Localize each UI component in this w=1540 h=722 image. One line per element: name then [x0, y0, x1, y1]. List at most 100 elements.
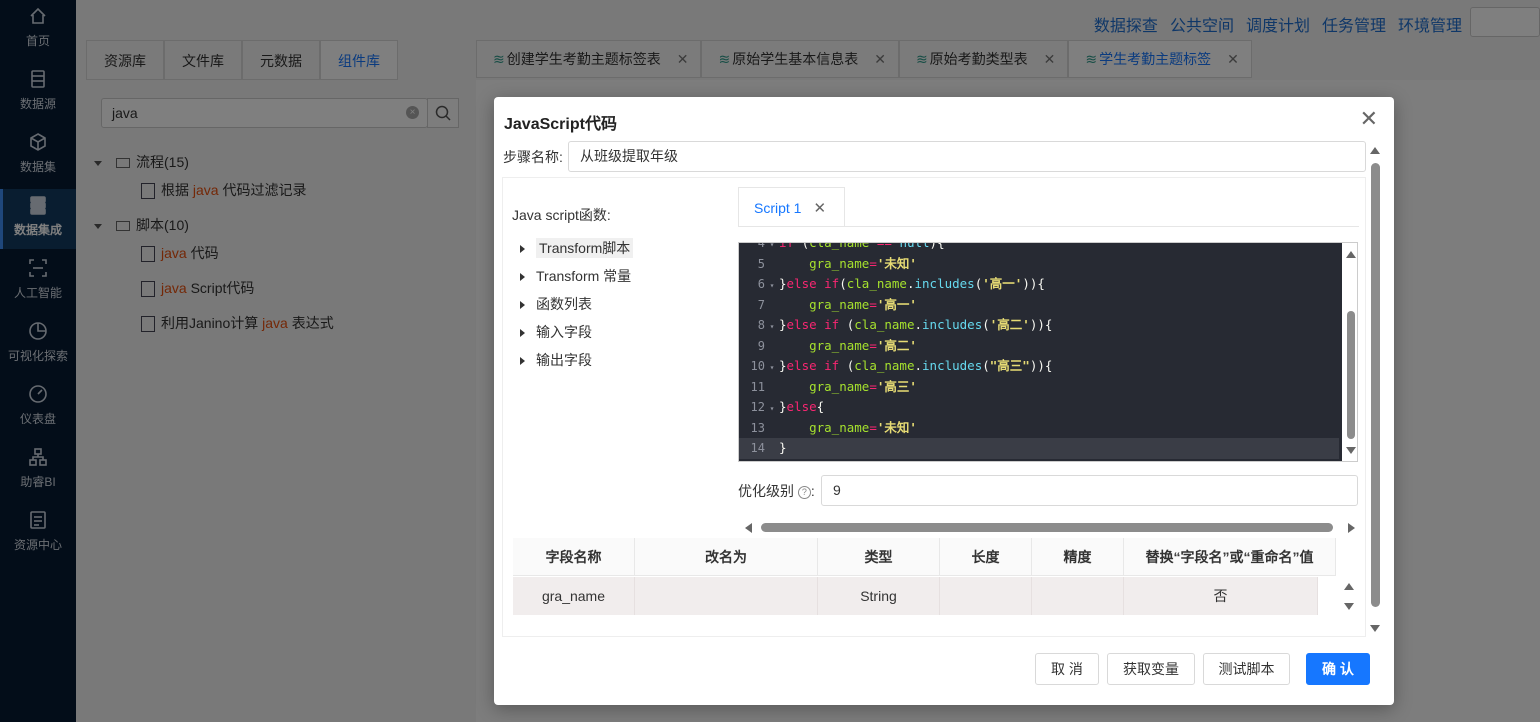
code-token: }	[779, 358, 787, 373]
scroll-up-icon[interactable]	[1346, 251, 1356, 258]
code-line: 13 gra_name='未知'	[739, 418, 1339, 439]
scroll-down-icon[interactable]	[1344, 603, 1354, 610]
code-editor[interactable]: 4 ▾ if (cla_name == null){5 gra_name='未知' 6…	[738, 242, 1358, 462]
scrollbar-thumb[interactable]	[1371, 163, 1380, 607]
function-node-label: 输出字段	[536, 352, 592, 368]
code-token: {	[816, 399, 825, 414]
scroll-left-icon[interactable]	[745, 523, 752, 533]
horizontal-scrollbar[interactable]	[745, 521, 1357, 533]
tab-divider	[738, 226, 1359, 227]
get-variables-button[interactable]: 获取变量	[1107, 653, 1195, 685]
scrollbar-thumb[interactable]	[761, 523, 1333, 532]
code-token: else if	[786, 358, 847, 373]
code-token: {	[1044, 358, 1053, 373]
code-line: 8 ▾}else if (cla_name.includes('高二')){	[739, 315, 1339, 336]
grid-cell[interactable]	[635, 577, 818, 615]
scroll-down-icon[interactable]	[1346, 447, 1356, 454]
grid-column-header[interactable]: 精度	[1032, 538, 1124, 576]
grid-cell[interactable]: gra_name	[513, 577, 635, 615]
chevron-right-icon[interactable]	[520, 245, 525, 254]
close-icon[interactable]: ✕	[1360, 108, 1378, 130]
chevron-right-icon[interactable]	[520, 357, 525, 366]
code-token: .	[906, 276, 915, 291]
function-tree-node[interactable]: 输出字段	[520, 350, 592, 370]
grid-column-header[interactable]: 长度	[940, 538, 1032, 576]
code-token: '高一'	[982, 276, 1023, 291]
function-tree-node[interactable]: Transform 常量	[520, 266, 631, 286]
code-token: '高二'	[876, 337, 917, 353]
line-number: 5	[757, 256, 765, 271]
code-token: ))	[1029, 358, 1045, 373]
scroll-up-icon[interactable]	[1344, 583, 1354, 590]
code-line: 11 gra_name='高三'	[739, 377, 1339, 398]
optimization-level-input[interactable]: 9	[821, 475, 1358, 506]
cancel-button[interactable]: 取 消	[1035, 653, 1099, 685]
scroll-right-icon[interactable]	[1348, 523, 1355, 533]
fold-icon[interactable]: ▾	[765, 399, 779, 420]
code-line: 4 ▾ if (cla_name == null){	[739, 242, 1339, 254]
grid-cell[interactable]: String	[818, 577, 940, 615]
code-token: includes	[914, 276, 975, 291]
step-name-input[interactable]: 从班级提取年级	[568, 141, 1366, 172]
function-node-label: Transform 常量	[536, 268, 632, 284]
code-token: (	[839, 276, 847, 291]
code-token: else if	[786, 276, 840, 291]
close-tab-icon[interactable]: ✕	[813, 200, 826, 217]
grid-scrollbar[interactable]	[1343, 578, 1355, 616]
code-token: ==	[869, 242, 900, 250]
function-tree-node[interactable]: Transform脚本	[520, 238, 634, 258]
code-token: =	[869, 337, 877, 353]
code-token: cla_name	[846, 276, 907, 291]
code-token: else if	[786, 317, 847, 332]
step-name-label: 步骤名称:	[503, 149, 563, 165]
code-token: (	[801, 242, 810, 250]
grid-column-header[interactable]: 字段名称	[513, 538, 635, 576]
grid-column-header[interactable]: 类型	[818, 538, 940, 576]
help-icon[interactable]: ?	[797, 485, 811, 499]
function-node-label: 函数列表	[536, 296, 592, 312]
fold-icon[interactable]: ▾	[765, 358, 779, 379]
chevron-right-icon[interactable]	[520, 329, 525, 338]
code-line: 14}	[739, 438, 1339, 459]
dialog-scrollbar[interactable]	[1370, 147, 1380, 635]
code-token: else	[786, 399, 817, 414]
grid-column-header[interactable]: 改名为	[635, 538, 818, 576]
chevron-right-icon[interactable]	[520, 273, 525, 282]
chevron-right-icon[interactable]	[520, 301, 525, 310]
confirm-button[interactable]: 确 认	[1306, 653, 1370, 685]
grid-cell[interactable]: 否	[1124, 577, 1318, 615]
line-number: 6	[757, 277, 765, 291]
scroll-up-icon[interactable]	[1370, 147, 1380, 154]
code-token: cla_name	[854, 317, 915, 332]
scrollbar-thumb[interactable]	[1347, 311, 1355, 439]
tab-script-1[interactable]: Script 1 ✕	[738, 187, 845, 227]
test-script-button[interactable]: 测试脚本	[1203, 653, 1290, 685]
code-token: =	[869, 255, 877, 271]
function-tree-node[interactable]: 输入字段	[520, 322, 592, 342]
code-token: (	[982, 358, 990, 373]
fold-icon[interactable]: ▾	[765, 317, 779, 338]
script-panel: Java script函数: Transform脚本 Transform 常量 函数…	[502, 177, 1366, 637]
scroll-down-icon[interactable]	[1370, 625, 1380, 632]
code-token: ))	[1029, 317, 1045, 332]
grid-column-header[interactable]: 替换“字段名”或“重命名”值	[1124, 538, 1336, 576]
code-token: cla_name	[854, 358, 915, 373]
code-token: =	[869, 419, 877, 435]
code-token: (	[982, 317, 990, 332]
editor-scrollbar[interactable]	[1342, 243, 1357, 461]
code-line: 10 ▾}else if (cla_name.includes("高三")){	[739, 356, 1339, 377]
code-line: 12 ▾}else{	[739, 397, 1339, 418]
grid-cell[interactable]	[1032, 577, 1124, 615]
function-tree-node[interactable]: 函数列表	[520, 294, 592, 314]
line-number: 12	[750, 400, 765, 414]
grid-cell[interactable]	[940, 577, 1032, 615]
code-token: gra_name	[809, 255, 870, 271]
output-fields-grid: 字段名称 改名为 类型 长度 精度 替换“字段名”或“重命名”值 gra_name Strin…	[513, 538, 1358, 618]
fold-icon[interactable]: ▾	[765, 276, 779, 297]
code-token: gra_name	[809, 337, 870, 353]
code-token: cla_name	[809, 242, 870, 250]
